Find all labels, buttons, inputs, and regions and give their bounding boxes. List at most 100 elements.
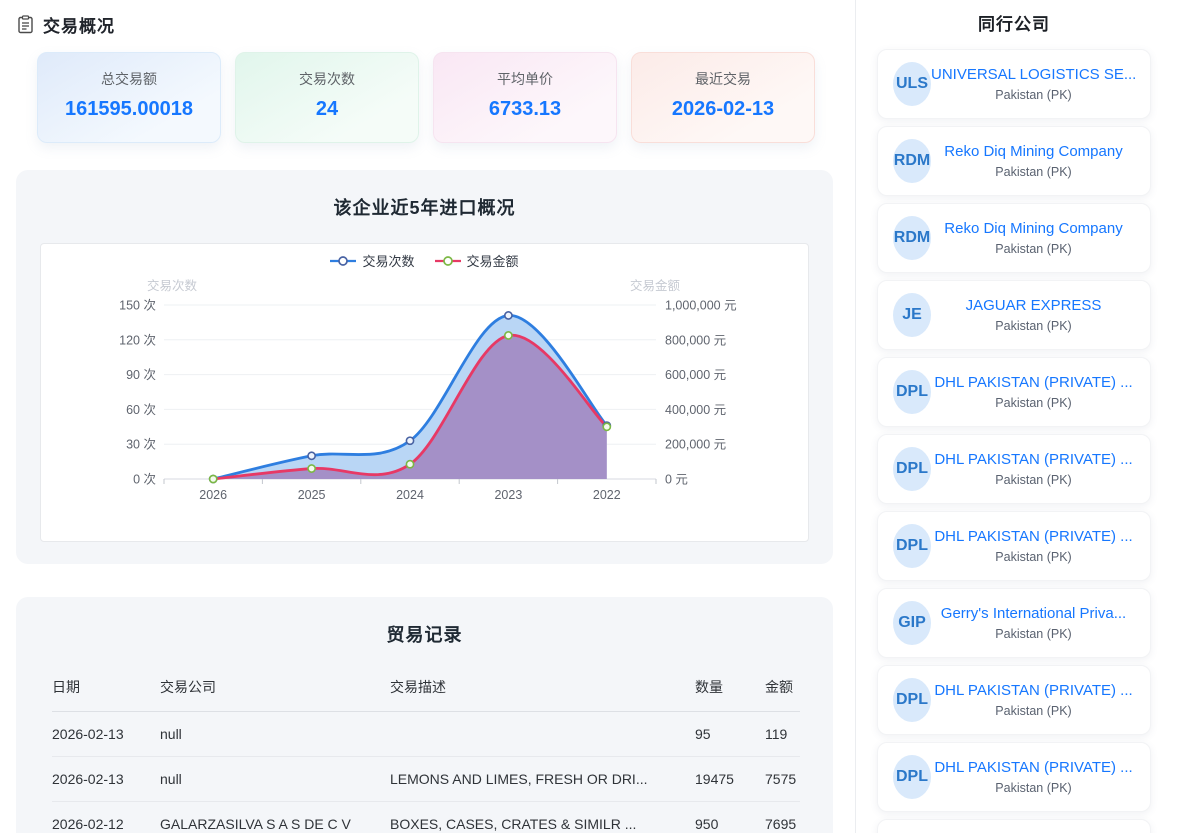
company-country: Pakistan (PK) xyxy=(931,88,1136,102)
company-avatar: GIP xyxy=(893,601,931,645)
table-cell-quantity: 950 xyxy=(695,802,765,833)
company-card[interactable]: GIP Gerry's International Priva... Pakis… xyxy=(877,588,1151,658)
svg-text:90 次: 90 次 xyxy=(126,368,156,382)
svg-text:2022: 2022 xyxy=(593,488,621,502)
company-card[interactable]: ULS UNIVERSAL LOGISTICS SE... Pakistan (… xyxy=(877,49,1151,119)
company-avatar: JE xyxy=(893,293,931,337)
chart-box: 交易次数 交易金额 0 次 0 元 30 次 200,000 元 60 次 400,000… xyxy=(40,243,809,542)
legend-label: 交易次数 xyxy=(362,251,414,270)
company-country: Pakistan (PK) xyxy=(931,550,1136,564)
table-cell-amount: 7575 xyxy=(765,757,800,802)
stat-card: 总交易额 161595.00018 xyxy=(37,52,221,143)
svg-text:60 次: 60 次 xyxy=(126,403,156,417)
company-card[interactable]: RDM Reko Diq Mining Company Pakistan (PK… xyxy=(877,126,1151,196)
trade-table-title: 贸易记录 xyxy=(16,597,833,647)
svg-text:2025: 2025 xyxy=(298,488,326,502)
company-card[interactable]: DPL DHL PAKISTAN (PRIVATE) ... Pakistan … xyxy=(877,357,1151,427)
stat-label: 平均单价 xyxy=(434,69,616,89)
company-card[interactable]: DPL DHL PAKISTAN (PRIVATE) ... Pakistan … xyxy=(877,434,1151,504)
company-card[interactable]: RDM Reko Diq Mining Company Pakistan (PK… xyxy=(877,203,1151,273)
stat-card: 平均单价 6733.13 xyxy=(433,52,617,143)
legend-line-marker-icon xyxy=(435,255,461,267)
table-body: 2026-02-13null951192026-02-13nullLEMONS … xyxy=(52,712,800,833)
main-content: 交易概况 总交易额 161595.00018 交易次数 24 平均单价 6733… xyxy=(0,0,855,833)
svg-text:120 次: 120 次 xyxy=(119,333,156,347)
company-name[interactable]: DHL PAKISTAN (PRIVATE) ... xyxy=(931,759,1136,776)
company-name[interactable]: DHL PAKISTAN (PRIVATE) ... xyxy=(931,682,1136,699)
trade-table: 日期交易公司交易描述数量金额 2026-02-13null 95119 2026-0… xyxy=(52,669,800,833)
table-cell-company: null xyxy=(160,757,390,802)
table-cell-amount: 7695 xyxy=(765,802,800,833)
company-avatar: DPL xyxy=(893,370,931,414)
table-cell-quantity: 19475 xyxy=(695,757,765,802)
svg-text:600,000 元: 600,000 元 xyxy=(665,368,726,382)
legend-label: 交易金额 xyxy=(467,251,519,270)
trade-records-section: 贸易记录 日期交易公司交易描述数量金额 2026-02-13null 95119 2… xyxy=(16,597,833,833)
company-name[interactable]: DHL PAKISTAN (PRIVATE) ... xyxy=(931,451,1136,468)
stat-cards: 总交易额 161595.00018 交易次数 24 平均单价 6733.13 最… xyxy=(37,52,833,143)
company-name[interactable]: Gerry's International Priva... xyxy=(931,605,1136,622)
company-country: Pakistan (PK) xyxy=(931,704,1136,718)
company-country: Pakistan (PK) xyxy=(931,781,1136,795)
company-name[interactable]: DHL PAKISTAN (PRIVATE) ... xyxy=(931,528,1136,545)
svg-text:2026: 2026 xyxy=(199,488,227,502)
page-header: 交易概况 xyxy=(16,10,833,38)
company-list: ULS UNIVERSAL LOGISTICS SE... Pakistan (… xyxy=(877,49,1151,812)
svg-text:交易次数: 交易次数 xyxy=(147,278,198,293)
svg-text:1,000,000 元: 1,000,000 元 xyxy=(665,299,737,313)
company-name[interactable]: JAGUAR EXPRESS xyxy=(931,297,1136,314)
company-card[interactable]: JE JAGUAR EXPRESS Pakistan (PK) xyxy=(877,280,1151,350)
company-country: Pakistan (PK) xyxy=(931,627,1136,641)
chart-section: 该企业近5年进口概况 交易次数 交易金额 0 次0 元30 次200,000 元… xyxy=(16,170,833,564)
company-avatar: ULS xyxy=(893,62,931,106)
svg-text:800,000 元: 800,000 元 xyxy=(665,333,726,347)
company-avatar: DPL xyxy=(893,524,931,568)
table-header-cell: 金额 xyxy=(765,669,800,712)
stat-value: 2026-02-13 xyxy=(632,98,814,121)
table-header-cell: 交易公司 xyxy=(160,669,390,712)
company-name[interactable]: UNIVERSAL LOGISTICS SE... xyxy=(931,66,1136,83)
svg-text:0 元: 0 元 xyxy=(665,473,688,487)
table-cell-amount: 119 xyxy=(765,712,800,757)
peer-companies-sidebar: 同行公司 ULS UNIVERSAL LOGISTICS SE... Pakis… xyxy=(855,0,1177,833)
clipboard-icon xyxy=(16,15,35,34)
company-avatar: DPL xyxy=(893,447,931,491)
company-country: Pakistan (PK) xyxy=(931,396,1136,410)
table-row: 2026-02-12GALARZASILVA S A S DE C VBOXES… xyxy=(52,802,800,833)
stat-label: 交易次数 xyxy=(236,69,418,89)
table-row: 2026-02-13null95119 xyxy=(52,712,800,757)
svg-text:200,000 元: 200,000 元 xyxy=(665,438,726,452)
table-cell-quantity: 95 xyxy=(695,712,765,757)
company-country: Pakistan (PK) xyxy=(931,242,1136,256)
table-cell-date: 2026-02-13 xyxy=(52,757,160,802)
svg-text:30 次: 30 次 xyxy=(126,438,156,452)
legend-item[interactable]: 交易次数 xyxy=(330,251,414,270)
chart-legend: 交易次数 交易金额 xyxy=(41,251,808,270)
company-name[interactable]: Reko Diq Mining Company xyxy=(931,143,1136,160)
trend-chart-svg[interactable]: 0 次 0 元 30 次 200,000 元 60 次 400,000 元 90 次 600,… xyxy=(41,244,809,541)
table-cell-description: LEMONS AND LIMES, FRESH OR DRI... xyxy=(390,757,695,802)
company-name[interactable]: Reko Diq Mining Company xyxy=(931,220,1136,237)
svg-text:0 次: 0 次 xyxy=(133,473,156,487)
table-cell-description xyxy=(390,712,695,757)
table-header-cell: 交易描述 xyxy=(390,669,695,712)
table-header-cell: 数量 xyxy=(695,669,765,712)
company-avatar: RDM xyxy=(893,216,931,260)
company-card-partial[interactable] xyxy=(877,819,1151,833)
company-card[interactable]: DPL DHL PAKISTAN (PRIVATE) ... Pakistan … xyxy=(877,665,1151,735)
table-cell-company: null xyxy=(160,712,390,757)
company-name[interactable]: DHL PAKISTAN (PRIVATE) ... xyxy=(931,374,1136,391)
company-avatar: RDM xyxy=(893,139,931,183)
company-card[interactable]: DPL DHL PAKISTAN (PRIVATE) ... Pakistan … xyxy=(877,742,1151,812)
sidebar-title: 同行公司 xyxy=(877,10,1151,35)
company-card[interactable]: DPL DHL PAKISTAN (PRIVATE) ... Pakistan … xyxy=(877,511,1151,581)
company-country: Pakistan (PK) xyxy=(931,473,1136,487)
company-avatar: DPL xyxy=(893,678,931,722)
table-header-cell: 日期 xyxy=(52,669,160,712)
legend-item[interactable]: 交易金额 xyxy=(435,251,519,270)
stat-label: 最近交易 xyxy=(632,69,814,89)
page-title: 交易概况 xyxy=(43,12,115,37)
svg-text:400,000 元: 400,000 元 xyxy=(665,403,726,417)
svg-text:2024: 2024 xyxy=(396,488,424,502)
company-country: Pakistan (PK) xyxy=(931,165,1136,179)
